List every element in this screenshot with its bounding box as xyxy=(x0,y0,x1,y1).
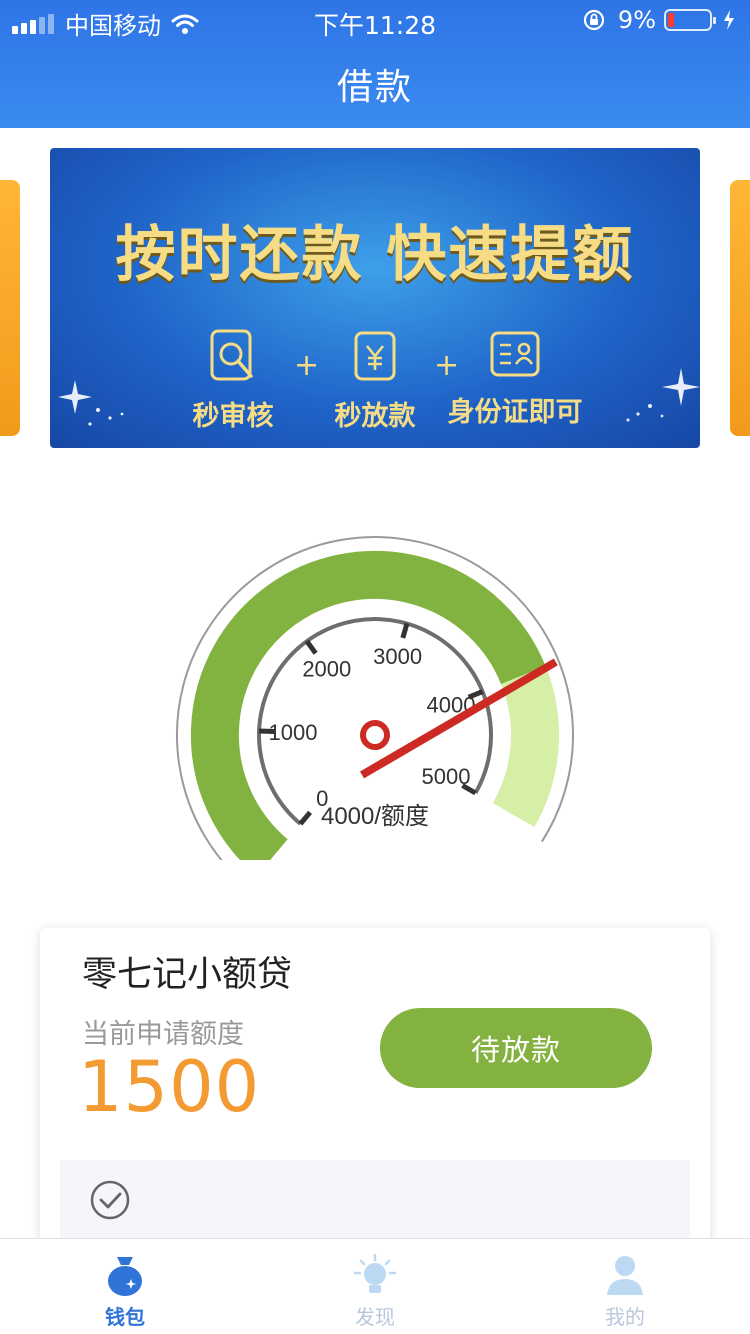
tab-profile[interactable]: 我的 xyxy=(500,1239,750,1334)
yuan-icon xyxy=(354,331,396,381)
gauge-tick-label: 3000 xyxy=(373,644,422,669)
tab-discover[interactable]: 发现 xyxy=(250,1239,500,1334)
banner-headline: 按时还款 快速提额 xyxy=(115,220,635,290)
battery-percent: 9% xyxy=(617,6,656,34)
tab-label: 我的 xyxy=(605,1305,645,1329)
charging-icon xyxy=(724,10,734,30)
product-name: 零七记小额贷 xyxy=(82,955,293,995)
amount-value: 1500 xyxy=(78,1046,261,1128)
gauge-needle-hub xyxy=(360,720,390,750)
feature-fast-payout: 秒放款 xyxy=(300,328,450,433)
wallet-icon xyxy=(108,1257,142,1296)
tab-wallet[interactable]: 钱包 xyxy=(0,1239,250,1334)
gauge-tick xyxy=(298,810,312,826)
tab-bar: 钱包 发现 我的 xyxy=(0,1238,750,1334)
progress-strip xyxy=(60,1160,690,1250)
status-bar: 中国移动 下午11:28 9% xyxy=(0,0,750,40)
credit-gauge: 0 1000 2000 3000 4000 5000 4000/额度 xyxy=(0,500,750,860)
battery-icon xyxy=(664,9,716,31)
page-title: 借款 xyxy=(336,67,413,108)
search-doc-icon xyxy=(210,329,253,381)
gauge-tick xyxy=(304,639,318,655)
user-icon xyxy=(607,1256,643,1295)
gauge-tick-label: 1000 xyxy=(269,720,318,745)
rotation-lock-icon xyxy=(583,9,605,31)
promo-banner[interactable]: 按时还款 快速提额 秒审核 + 秒放款 + 身份证即可 xyxy=(50,148,700,448)
carousel-prev-card[interactable] xyxy=(0,180,20,436)
carousel-next-card[interactable] xyxy=(730,180,750,436)
gauge-caption: 4000/额度 xyxy=(321,803,429,830)
gauge-tick xyxy=(400,622,410,639)
feature-id-card: 身份证即可 xyxy=(440,328,590,429)
feature-label: 秒审核 xyxy=(192,401,274,432)
pending-payout-button[interactable]: 待放款 xyxy=(380,1008,652,1088)
loan-card[interactable]: 零七记小额贷 当前申请额度 1500 待放款 xyxy=(40,928,710,1250)
gauge-tick-label: 5000 xyxy=(422,764,471,789)
tab-label: 钱包 xyxy=(105,1305,145,1329)
tab-label: 发现 xyxy=(355,1305,395,1329)
gauge-remaining-band xyxy=(492,666,559,827)
id-card-icon xyxy=(490,331,540,377)
check-circle-icon xyxy=(90,1180,130,1220)
header: 中国移动 下午11:28 9% 借款 xyxy=(0,0,750,128)
gauge-tick-label: 2000 xyxy=(302,657,351,682)
feature-label: 身份证即可 xyxy=(447,397,583,428)
feature-fast-review: 秒审核 xyxy=(158,328,308,433)
feature-label: 秒放款 xyxy=(334,401,416,432)
lightbulb-icon xyxy=(353,1253,397,1293)
